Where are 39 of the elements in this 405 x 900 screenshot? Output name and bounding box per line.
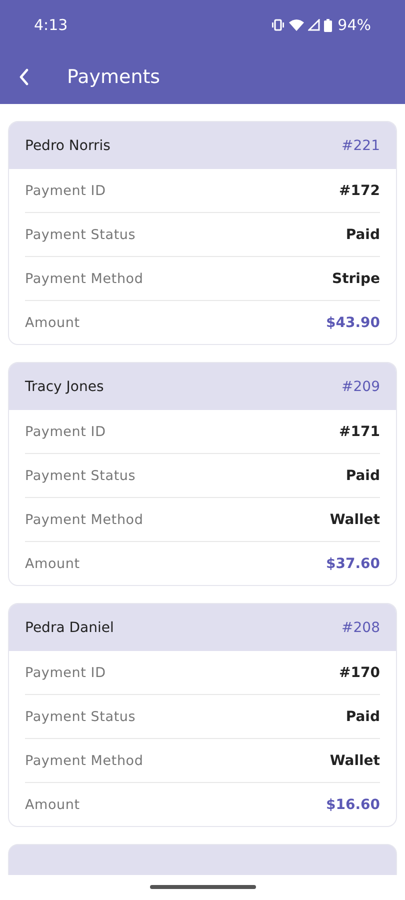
field-value: #172 [339,182,380,198]
customer-name: Tracy Jones [25,378,104,394]
order-number: #221 [342,138,380,154]
field-value: Wallet [330,752,380,768]
field-label: Amount [25,796,80,812]
field-value: Paid [346,226,380,242]
field-label: Payment ID [25,182,106,198]
field-label: Payment Status [25,708,136,724]
field-value: Wallet [330,512,380,528]
field-label: Payment ID [25,424,106,440]
field-value: Paid [346,708,380,724]
field-label: Payment Method [25,512,144,528]
back-icon[interactable] [18,68,30,86]
field-label: Payment Status [25,468,136,484]
field-value: $16.60 [326,796,380,812]
order-number: #209 [342,378,380,394]
field-value: #171 [339,424,380,440]
status-time: 4:13 [34,16,68,34]
field-label: Payment Method [25,752,144,768]
field-value: $37.60 [326,556,380,572]
battery-icon [324,18,332,32]
field-label: Amount [25,314,80,330]
vibrate-icon [270,19,285,31]
field-label: Payment Method [25,270,144,286]
order-number: #208 [342,620,380,636]
customer-name: Pedro Norris [25,138,110,154]
field-value: Paid [346,468,380,484]
field-label: Payment ID [25,664,106,680]
field-value: #170 [339,664,380,680]
screen-title: Payments [67,66,160,88]
field-value: $43.90 [326,314,380,330]
wifi-icon [288,19,304,31]
customer-name: Pedra Daniel [25,620,114,636]
battery-percentage: 94% [338,16,371,34]
field-label: Amount [25,556,80,572]
home-indicator[interactable] [150,884,256,888]
signal-icon [308,19,320,31]
field-value: Stripe [332,270,380,286]
field-label: Payment Status [25,226,136,242]
